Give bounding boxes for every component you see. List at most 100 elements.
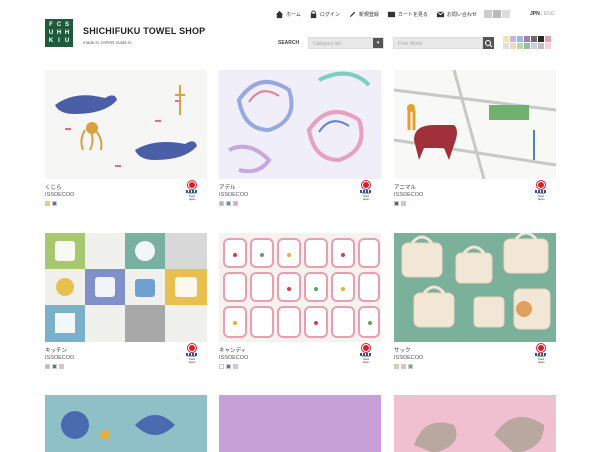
color-filter-swatch[interactable] — [517, 36, 523, 42]
mark-text-2: Japan — [188, 360, 196, 364]
color-swatch[interactable] — [401, 201, 406, 206]
search-label: SEARCH — [278, 40, 300, 46]
nav-login[interactable]: ログイン — [309, 10, 340, 19]
color-filter-swatch[interactable] — [545, 36, 551, 42]
product-colors — [394, 364, 413, 369]
color-swatch[interactable] — [226, 201, 231, 206]
towel-pattern-image — [219, 395, 381, 452]
color-swatch[interactable] — [219, 201, 224, 206]
towel-pattern-image — [45, 395, 207, 452]
nav-home[interactable]: ホーム — [275, 10, 301, 19]
nav-register[interactable]: 新規登録 — [348, 10, 379, 19]
color-swatch[interactable] — [52, 364, 57, 369]
nav-label: 新規登録 — [358, 12, 379, 18]
color-filter-swatch[interactable] — [517, 43, 523, 49]
logo-letter: U — [64, 38, 70, 44]
product-colors — [45, 364, 64, 369]
search-input[interactable]: Free Word — [393, 37, 483, 49]
mark-text-2: Japan — [188, 197, 196, 201]
product-image[interactable] — [394, 70, 556, 179]
product-image[interactable] — [219, 395, 381, 452]
top-nav: ホーム ログイン 新規登録 カートを見る お問い合わせ — [275, 10, 477, 19]
color-swatch[interactable] — [219, 364, 224, 369]
color-swatch[interactable] — [408, 364, 413, 369]
product-image[interactable] — [394, 395, 556, 452]
logo-letter: U — [48, 30, 54, 36]
product-name[interactable]: アデル — [219, 183, 236, 191]
product-card[interactable]: キッチン ISSOECOO Imabari Towel Japan — [45, 233, 207, 369]
product-price: ISSOECOO — [394, 192, 424, 198]
product-card[interactable]: くじら ISSOECOO Imabari Towel Japan — [45, 70, 207, 206]
product-name[interactable]: くじら — [45, 183, 62, 191]
product-card[interactable]: アニマル ISSOECOO Imabari Towel Japan — [394, 70, 556, 206]
product-price: ISSOECOO — [394, 355, 424, 361]
towel-pattern-image — [394, 395, 556, 452]
lang-jpn[interactable]: JPN — [530, 11, 540, 17]
category-select[interactable]: Category list ▾ — [308, 37, 384, 49]
color-filter-swatch[interactable] — [510, 43, 516, 49]
product-card[interactable]: サック ISSOECOO Imabari Towel Japan — [394, 233, 556, 369]
color-filter-swatch[interactable] — [531, 43, 537, 49]
nav-cart[interactable]: カートを見る — [387, 10, 428, 19]
product-name[interactable]: アニマル — [394, 183, 416, 191]
shop-logo[interactable]: F C S U H H K I U — [45, 19, 73, 47]
product-image[interactable] — [219, 233, 381, 342]
category-placeholder: Category list — [313, 41, 341, 47]
color-swatch[interactable] — [52, 201, 57, 206]
product-image[interactable] — [219, 70, 381, 179]
search-placeholder: Free Word — [398, 41, 422, 47]
color-filter-swatch[interactable] — [524, 36, 530, 42]
product-name[interactable]: キャンディ — [219, 346, 246, 354]
lang-eng[interactable]: ENG — [544, 11, 555, 17]
product-card[interactable]: アデル ISSOECOO Imabari Towel Japan — [219, 70, 381, 206]
color-swatch[interactable] — [401, 364, 406, 369]
color-swatch[interactable] — [45, 201, 50, 206]
product-price: ISSOECOO — [219, 355, 249, 361]
home-icon — [275, 10, 284, 19]
red-circle-icon — [362, 181, 370, 189]
red-circle-icon — [537, 344, 545, 352]
color-swatch[interactable] — [394, 201, 399, 206]
color-filter-swatch[interactable] — [538, 36, 544, 42]
color-swatch[interactable] — [45, 364, 50, 369]
search-button[interactable] — [483, 37, 494, 49]
product-image[interactable] — [45, 395, 207, 452]
color-filter-swatch[interactable] — [510, 36, 516, 42]
product-colors — [219, 364, 238, 369]
color-filter-swatch[interactable] — [503, 36, 509, 42]
social-icon[interactable] — [493, 10, 501, 18]
mark-text-2: Japan — [362, 197, 370, 201]
logo-letter: I — [58, 38, 60, 44]
product-card[interactable]: キャンディ ISSOECOO Imabari Towel Japan — [219, 233, 381, 369]
product-image[interactable] — [45, 70, 207, 179]
color-swatch[interactable] — [233, 364, 238, 369]
color-swatch[interactable] — [226, 364, 231, 369]
product-card[interactable] — [45, 395, 207, 452]
color-filter-swatch[interactable] — [538, 43, 544, 49]
shop-title[interactable]: SHICHIFUKU TOWEL SHOP — [83, 26, 205, 36]
product-image[interactable] — [394, 233, 556, 342]
color-filter-swatch[interactable] — [545, 43, 551, 49]
color-swatch[interactable] — [59, 364, 64, 369]
product-name[interactable]: サック — [394, 346, 411, 354]
product-image[interactable] — [45, 233, 207, 342]
color-swatch[interactable] — [233, 201, 238, 206]
towel-pattern-image — [45, 70, 207, 179]
color-filter-swatch[interactable] — [531, 36, 537, 42]
product-card[interactable] — [219, 395, 381, 452]
product-name[interactable]: キッチン — [45, 346, 67, 354]
product-card[interactable] — [394, 395, 556, 452]
logo-letter: F — [49, 22, 53, 28]
lock-icon — [310, 10, 317, 19]
color-swatch[interactable] — [394, 364, 399, 369]
color-filter-swatch[interactable] — [524, 43, 530, 49]
social-icon[interactable] — [502, 10, 510, 18]
nav-contact[interactable]: お問い合わせ — [436, 10, 477, 19]
product-colors — [219, 201, 238, 206]
social-icon[interactable] — [484, 10, 492, 18]
product-colors — [45, 201, 57, 206]
color-filter-swatch[interactable] — [503, 43, 509, 49]
imabari-towel-mark: Imabari Towel Japan — [185, 344, 199, 364]
towel-pattern-image — [45, 233, 207, 342]
product-price: ISSOECOO — [219, 192, 249, 198]
